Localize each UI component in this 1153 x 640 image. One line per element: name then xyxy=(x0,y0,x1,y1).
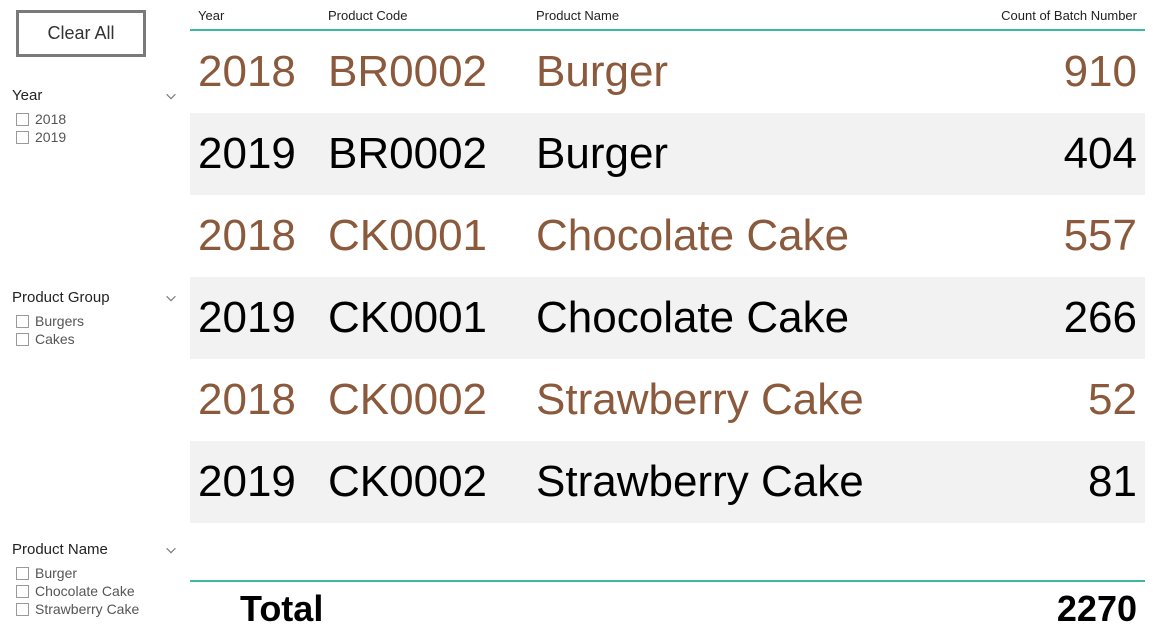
chevron-down-icon xyxy=(164,291,178,305)
cell-product-name: Burger xyxy=(536,47,970,97)
cell-count: 404 xyxy=(970,129,1145,179)
slicer-item-label: 2019 xyxy=(35,129,66,145)
cell-product-name: Chocolate Cake xyxy=(536,211,970,261)
filters-sidebar: Clear All Year 2018 2019 Product Group xyxy=(0,0,190,640)
cell-product-code: CK0002 xyxy=(328,457,536,507)
cell-product-code: BR0002 xyxy=(328,47,536,97)
cell-count: 910 xyxy=(970,47,1145,97)
cell-product-code: CK0001 xyxy=(328,211,536,261)
cell-count: 52 xyxy=(970,375,1145,425)
cell-count: 81 xyxy=(970,457,1145,507)
slicer-item-label: Burgers xyxy=(35,313,84,329)
slicer-product-group-items: Burgers Cakes xyxy=(12,312,178,348)
total-value: 2270 xyxy=(970,588,1145,630)
data-table-visual: Year Product Code Product Name Count of … xyxy=(190,0,1153,640)
cell-year: 2019 xyxy=(190,457,328,507)
slicer-product-group: Product Group Burgers Cakes xyxy=(12,287,178,348)
column-header-product-name[interactable]: Product Name xyxy=(536,8,970,23)
total-label: Total xyxy=(190,588,536,630)
slicer-year-header[interactable]: Year xyxy=(12,85,178,106)
slicer-item[interactable]: Chocolate Cake xyxy=(16,582,178,600)
slicer-item[interactable]: 2018 xyxy=(16,110,178,128)
checkbox-icon xyxy=(16,315,29,328)
clear-all-button[interactable]: Clear All xyxy=(16,10,146,57)
cell-product-name: Strawberry Cake xyxy=(536,457,970,507)
checkbox-icon xyxy=(16,567,29,580)
slicer-item[interactable]: Burger xyxy=(16,564,178,582)
column-header-year[interactable]: Year xyxy=(190,8,328,23)
cell-year: 2018 xyxy=(190,375,328,425)
checkbox-icon xyxy=(16,333,29,346)
slicer-product-group-title: Product Group xyxy=(12,289,110,306)
slicer-product-name-header[interactable]: Product Name xyxy=(12,539,178,560)
table-row[interactable]: 2018BR0002Burger910 xyxy=(190,31,1145,113)
checkbox-icon xyxy=(16,603,29,616)
table-row[interactable]: 2018CK0001Chocolate Cake557 xyxy=(190,195,1145,277)
slicer-year: Year 2018 2019 xyxy=(12,85,178,146)
slicer-item-label: Strawberry Cake xyxy=(35,601,139,617)
cell-year: 2019 xyxy=(190,293,328,343)
cell-count: 557 xyxy=(970,211,1145,261)
chevron-down-icon xyxy=(164,543,178,557)
column-header-product-code[interactable]: Product Code xyxy=(328,8,536,23)
slicer-year-items: 2018 2019 xyxy=(12,110,178,146)
table-row[interactable]: 2019CK0001Chocolate Cake266 xyxy=(190,277,1145,359)
slicer-year-title: Year xyxy=(12,87,42,104)
table-header-row: Year Product Code Product Name Count of … xyxy=(190,4,1145,31)
cell-product-code: CK0001 xyxy=(328,293,536,343)
slicer-item-label: Chocolate Cake xyxy=(35,583,135,599)
slicer-product-group-header[interactable]: Product Group xyxy=(12,287,178,308)
cell-year: 2018 xyxy=(190,211,328,261)
slicer-item[interactable]: 2019 xyxy=(16,128,178,146)
slicer-item-label: 2018 xyxy=(35,111,66,127)
slicer-product-name: Product Name Burger Chocolate Cake Straw… xyxy=(12,539,178,618)
table-total-row: Total 2270 xyxy=(190,580,1145,636)
slicer-item-label: Burger xyxy=(35,565,77,581)
cell-year: 2019 xyxy=(190,129,328,179)
cell-product-code: BR0002 xyxy=(328,129,536,179)
slicer-product-name-items: Burger Chocolate Cake Strawberry Cake xyxy=(12,564,178,618)
slicer-product-name-title: Product Name xyxy=(12,541,108,558)
cell-count: 266 xyxy=(970,293,1145,343)
checkbox-icon xyxy=(16,585,29,598)
table-row[interactable]: 2018CK0002Strawberry Cake52 xyxy=(190,359,1145,441)
column-header-count[interactable]: Count of Batch Number xyxy=(970,8,1145,23)
cell-year: 2018 xyxy=(190,47,328,97)
cell-product-name: Strawberry Cake xyxy=(536,375,970,425)
slicer-item-label: Cakes xyxy=(35,331,75,347)
cell-product-name: Burger xyxy=(536,129,970,179)
chevron-down-icon xyxy=(164,89,178,103)
checkbox-icon xyxy=(16,113,29,126)
cell-product-name: Chocolate Cake xyxy=(536,293,970,343)
slicer-item[interactable]: Cakes xyxy=(16,330,178,348)
table-row[interactable]: 2019CK0002Strawberry Cake81 xyxy=(190,441,1145,523)
checkbox-icon xyxy=(16,131,29,144)
table-row[interactable]: 2019BR0002Burger404 xyxy=(190,113,1145,195)
table-body: 2018BR0002Burger9102019BR0002Burger40420… xyxy=(190,31,1145,580)
slicer-item[interactable]: Strawberry Cake xyxy=(16,600,178,618)
cell-product-code: CK0002 xyxy=(328,375,536,425)
slicer-item[interactable]: Burgers xyxy=(16,312,178,330)
